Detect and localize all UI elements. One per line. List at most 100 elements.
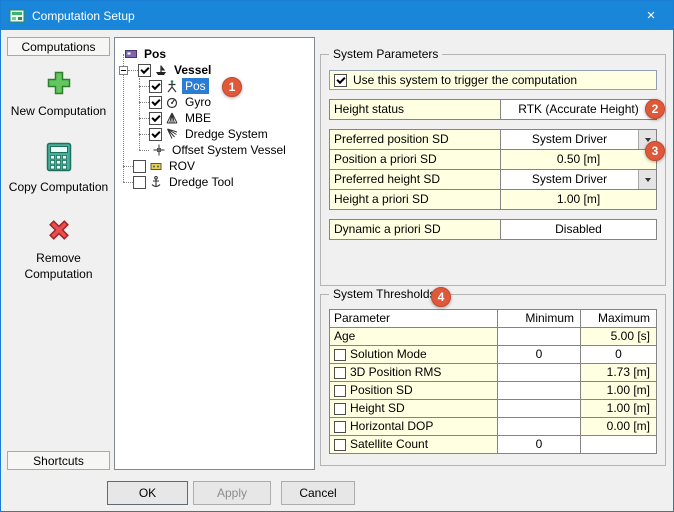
remove-computation-x-icon [46, 217, 72, 246]
dropdown-button[interactable] [638, 170, 656, 189]
collapse-expander-icon[interactable] [119, 66, 128, 75]
computation-tree: Pos Vessel [115, 38, 314, 190]
solution-mode-maximum-cell[interactable]: 0 [581, 346, 656, 363]
thresholds-table: Parameter Minimum Maximum Age 5.00 [s] S… [329, 309, 657, 454]
position-sd-maximum-cell[interactable]: 1.00 [m] [581, 382, 656, 399]
3d-position-rms-maximum-cell[interactable]: 1.73 [m] [581, 364, 656, 381]
horizontal-dop-minimum-cell[interactable] [498, 418, 580, 435]
cancel-button[interactable]: Cancel [281, 481, 355, 505]
tree-item-offset-system-vessel[interactable]: Offset System Vessel [115, 142, 314, 158]
chevron-down-icon [645, 178, 651, 182]
trigger-computation-row[interactable]: Use this system to trigger the computati… [329, 70, 657, 90]
tree-connector-stub [128, 70, 138, 71]
solution-mode-minimum-cell[interactable]: 0 [498, 346, 580, 363]
threshold-row-age: Age [330, 328, 497, 345]
tree-item-pos-root[interactable]: Pos [115, 46, 314, 62]
column-header-maximum: Maximum [581, 310, 656, 327]
horizontal-dop-maximum-cell[interactable]: 0.00 [m] [581, 418, 656, 435]
height-status-label-cell: Height status [330, 100, 500, 119]
sd-settings-table: Preferred position SD System Driver Posi… [329, 129, 657, 210]
computation-icon [123, 47, 139, 61]
gyro-checkbox[interactable] [149, 96, 162, 109]
mbe-checkbox[interactable] [149, 112, 162, 125]
age-maximum-cell[interactable]: 5.00 [s] [581, 328, 656, 345]
pos-checkbox[interactable] [149, 80, 162, 93]
dredge-tool-checkbox[interactable] [133, 176, 146, 189]
apply-button[interactable]: Apply [193, 481, 271, 505]
preferred-height-sd-combobox[interactable]: System Driver [501, 170, 656, 189]
tree-connector-stub [123, 166, 133, 167]
height-sd-minimum-cell[interactable] [498, 400, 580, 417]
ok-button[interactable]: OK [107, 481, 188, 505]
trigger-computation-checkbox[interactable] [334, 74, 347, 87]
new-computation-button[interactable]: New Computation [7, 70, 110, 120]
tree-item-dredge-system[interactable]: Dredge System [115, 126, 314, 142]
3d-position-rms-checkbox[interactable] [334, 367, 346, 379]
satellite-count-maximum-cell[interactable] [581, 436, 656, 453]
satellite-count-checkbox[interactable] [334, 439, 346, 451]
satellite-count-minimum-cell[interactable]: 0 [498, 436, 580, 453]
tree-connector-stub [123, 182, 133, 183]
new-computation-plus-icon [46, 70, 72, 99]
tree-item-mbe[interactable]: MBE [115, 110, 314, 126]
solution-mode-checkbox[interactable] [334, 349, 346, 361]
tree-item-gyro[interactable]: Gyro [115, 94, 314, 110]
tree-item-dredge-tool[interactable]: Dredge Tool [115, 174, 314, 190]
copy-computation-label: Copy Computation [9, 180, 108, 196]
tree-item-label: ROV [166, 158, 198, 174]
tree-item-label: MBE [182, 110, 214, 126]
copy-computation-calculator-icon [46, 142, 72, 175]
height-status-table: Height status RTK (Accurate Height) [329, 99, 657, 120]
step-badge-3: 3 [645, 141, 665, 161]
computation-tree-panel[interactable]: Pos Vessel [114, 37, 315, 470]
tree-item-label: Offset System Vessel [169, 142, 289, 158]
rov-checkbox[interactable] [133, 160, 146, 173]
3d-position-rms-label: 3D Position RMS [350, 364, 441, 381]
gyro-icon [164, 95, 180, 109]
computations-bar-button[interactable]: Computations [7, 37, 110, 56]
titlebar[interactable]: Computation Setup × [1, 1, 673, 30]
vessel-checkbox[interactable] [138, 64, 151, 77]
sidebar: Computations New Computation [7, 37, 110, 470]
position-sd-label: Position SD [350, 382, 413, 399]
position-sd-checkbox[interactable] [334, 385, 346, 397]
height-sd-checkbox[interactable] [334, 403, 346, 415]
position-sd-minimum-cell[interactable] [498, 382, 580, 399]
multibeam-icon [164, 111, 180, 125]
position-a-priori-sd-value[interactable]: 0.50 [m] [501, 150, 656, 169]
shortcuts-bar-button[interactable]: Shortcuts [7, 451, 110, 470]
horizontal-dop-checkbox[interactable] [334, 421, 346, 433]
age-label: Age [334, 328, 355, 345]
tree-item-rov[interactable]: ROV [115, 158, 314, 174]
position-a-priori-sd-label: Position a priori SD [330, 150, 500, 169]
system-parameters-title: System Parameters [329, 47, 442, 61]
column-header-minimum: Minimum [498, 310, 580, 327]
tree-connector-stub [139, 118, 149, 119]
height-sd-maximum-cell[interactable]: 1.00 [m] [581, 400, 656, 417]
dredge-system-checkbox[interactable] [149, 128, 162, 141]
remove-computation-button[interactable]: Remove Computation [7, 217, 110, 282]
close-icon: × [647, 7, 656, 24]
3d-position-rms-minimum-cell[interactable] [498, 364, 580, 381]
system-thresholds-group: System Thresholds Parameter Minimum Maxi… [320, 294, 666, 466]
height-a-priori-sd-value[interactable]: 1.00 [m] [501, 190, 656, 209]
close-button[interactable]: × [629, 1, 673, 30]
combobox-value: System Driver [501, 130, 638, 149]
window-title: Computation Setup [32, 9, 135, 23]
age-minimum-cell[interactable] [498, 328, 580, 345]
sidebar-tools: New Computation [7, 56, 110, 451]
tree-item-vessel[interactable]: Vessel [115, 62, 314, 78]
preferred-position-sd-combobox[interactable]: System Driver [501, 130, 656, 149]
copy-computation-button[interactable]: Copy Computation [7, 142, 110, 196]
threshold-row-3d-position-rms: 3D Position RMS [330, 364, 497, 381]
tree-connector-stub [139, 86, 149, 87]
tree-item-pos[interactable]: Pos [115, 78, 314, 94]
threshold-row-horizontal-dop: Horizontal DOP [330, 418, 497, 435]
height-status-value-cell[interactable]: RTK (Accurate Height) [501, 100, 656, 119]
threshold-row-height-sd: Height SD [330, 400, 497, 417]
dynamic-a-priori-sd-value[interactable]: Disabled [501, 220, 656, 239]
remove-computation-label: Remove Computation [7, 251, 110, 282]
tree-item-label: Vessel [171, 62, 214, 78]
chevron-down-icon [645, 138, 651, 142]
step-badge-4: 4 [431, 287, 451, 307]
